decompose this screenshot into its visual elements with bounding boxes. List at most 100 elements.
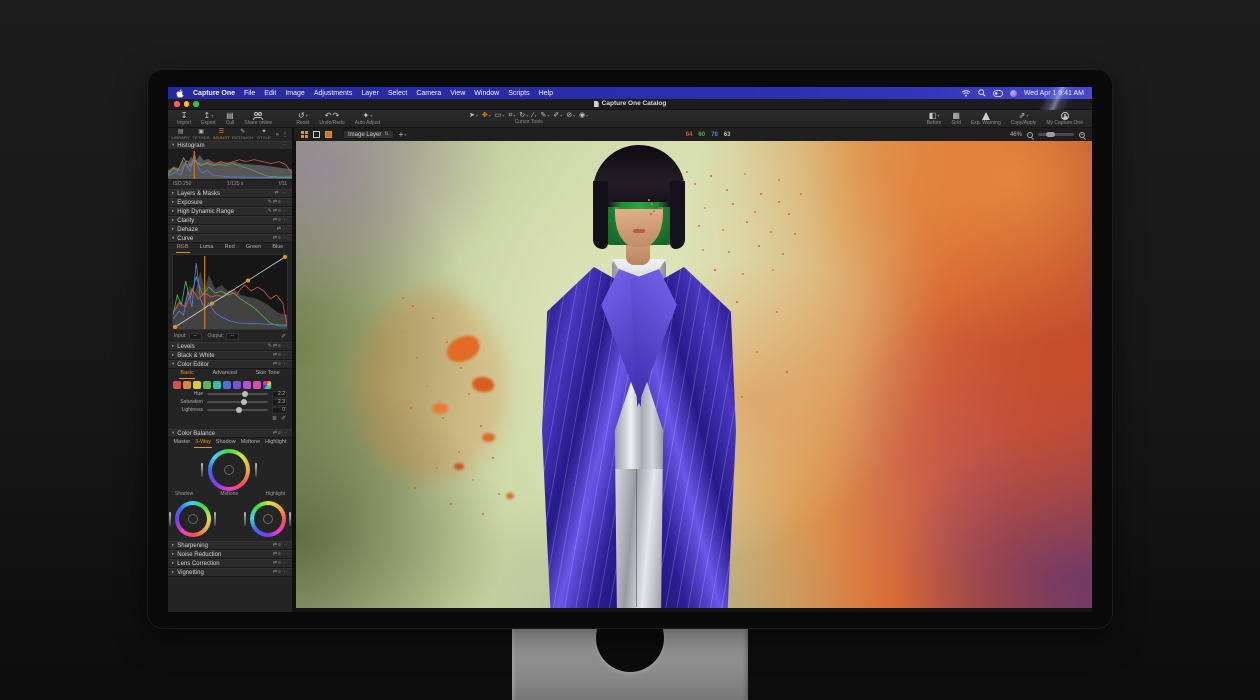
hue-slider-thumb[interactable] (242, 391, 248, 397)
color-editor-tab-basic[interactable]: Basic (179, 369, 194, 379)
tab-retouch[interactable]: ✎ RETOUCH (232, 129, 253, 140)
import-button[interactable]: ↧ Import (172, 110, 196, 127)
grid-button[interactable]: ▦ Grid (946, 110, 965, 127)
proof-margin-icon[interactable] (325, 131, 332, 138)
cull-button[interactable]: ▤ Cull (221, 110, 240, 127)
color-range-grid-icon[interactable]: ≣ (272, 416, 277, 422)
control-center-icon[interactable] (993, 90, 1003, 97)
panel-dehaze[interactable]: ▸ Dehaze ⇄⋯ (168, 225, 292, 234)
curve-input-field[interactable]: -- (189, 333, 202, 340)
tab-tether[interactable]: ▣ TETHER (191, 129, 210, 140)
menu-help[interactable]: Help (539, 90, 553, 97)
curve-tab-green[interactable]: Green (245, 243, 262, 253)
swatch-purple[interactable] (233, 381, 241, 389)
panel-black-white[interactable]: ▸ Black & White ⇄≡⋯ (168, 351, 292, 360)
menu-layer[interactable]: Layer (361, 90, 379, 97)
midtone-wheel[interactable] (208, 449, 250, 491)
curve-picker-icon[interactable]: ✐ (281, 334, 286, 340)
menu-select[interactable]: Select (388, 90, 407, 97)
panel-exposure[interactable]: ▸ Exposure ✎⇄≡⋯ (168, 198, 292, 207)
menu-adjustments[interactable]: Adjustments (314, 90, 353, 97)
lightness-value[interactable]: 0 (272, 407, 287, 414)
undo-redo-button[interactable]: ↶↷ Undo/Redo (314, 110, 349, 127)
cursor-tool-pan[interactable]: ✥▾ (482, 112, 491, 119)
tab-style[interactable]: ✦ STYLE (254, 129, 273, 140)
curve-tab-rgb[interactable]: RGB (176, 243, 190, 253)
my-capture-one-button[interactable]: My Capture One (1041, 110, 1088, 127)
panel-curve[interactable]: ▾ Curve ⇄≡⋯ (168, 234, 292, 243)
wifi-icon[interactable] (961, 89, 971, 97)
panel-high-dynamic-range[interactable]: ▸ High Dynamic Range ✎⇄≡⋯ (168, 207, 292, 216)
copy-apply-button[interactable]: ⇗▾ Copy/Apply (1006, 110, 1042, 127)
swatch-red[interactable] (173, 381, 181, 389)
tab-library[interactable]: ▤ LIBRARY (171, 129, 190, 140)
menu-view[interactable]: View (450, 90, 465, 97)
tab-menu-icon[interactable]: ⋮ (281, 131, 289, 138)
swatch-blue[interactable] (223, 381, 231, 389)
panel-color-editor[interactable]: ▾ Color Editor ⇄≡⋯ (168, 360, 292, 369)
zoom-slider[interactable] (1038, 133, 1074, 136)
cursor-tool-draw-mask[interactable]: ✐▾ (553, 112, 562, 119)
siri-icon[interactable] (1010, 90, 1017, 97)
menu-image[interactable]: Image (285, 90, 304, 97)
cb-tab-midtone[interactable]: Midtone (240, 438, 262, 448)
cb-tab-highlight[interactable]: Highlight (264, 438, 287, 448)
panel-sharpening[interactable]: ▸ Sharpening ⇄≡⋯ (168, 541, 292, 550)
menu-camera[interactable]: Camera (416, 90, 441, 97)
swatch-orange[interactable] (183, 381, 191, 389)
reset-button[interactable]: ↺▾ Reset (291, 110, 314, 127)
viewer-mode-icon[interactable] (313, 131, 320, 138)
saturation-slider[interactable] (207, 401, 268, 403)
cb-tab-shadow[interactable]: Shadow (215, 438, 237, 448)
share-online-button[interactable]: Share online (239, 110, 277, 127)
menu-edit[interactable]: Edit (264, 90, 276, 97)
menu-file[interactable]: File (244, 90, 255, 97)
curve-output-field[interactable]: -- (226, 333, 239, 340)
export-button[interactable]: ↥▾ Export (196, 110, 220, 127)
search-icon[interactable] (978, 89, 986, 97)
swatch-magenta[interactable] (243, 381, 251, 389)
multi-view-icon[interactable] (301, 131, 304, 134)
menu-scripts[interactable]: Scripts (508, 90, 529, 97)
auto-adjust-button[interactable]: ✦▾ Auto Adjust (350, 110, 385, 127)
cursor-tool-erase[interactable]: ⊘▾ (566, 112, 575, 119)
panel-color-balance[interactable]: ▾ Color Balance ⇄≡⋯ (168, 429, 292, 438)
panel-clarity[interactable]: ▸ Clarity ⇄≡⋯ (168, 216, 292, 225)
hue-value[interactable]: 2.2 (272, 391, 287, 398)
lightness-slider[interactable] (207, 409, 268, 411)
curve-tab-luma[interactable]: Luma (199, 243, 215, 253)
shadow-wheel[interactable] (175, 501, 211, 537)
before-button[interactable]: ◧▾ Before (922, 110, 947, 127)
apple-menu-icon[interactable] (176, 89, 184, 98)
swatch-teal[interactable] (213, 381, 221, 389)
tab-overflow-icon[interactable]: » (275, 132, 280, 138)
hue-slider[interactable] (207, 393, 268, 395)
color-picker-icon[interactable]: ✐ (281, 416, 286, 422)
swatch-yellow[interactable] (193, 381, 201, 389)
lightness-slider-thumb[interactable] (236, 407, 242, 413)
menu-clock[interactable]: Wed Apr 1 9:41 AM (1024, 90, 1084, 97)
panel-histogram[interactable]: ▾ Histogram ⋯ (168, 141, 292, 150)
image-viewer[interactable] (296, 141, 1092, 608)
highlight-wheel[interactable] (250, 501, 286, 537)
layer-select[interactable]: Image Layer ⇅ (343, 130, 394, 139)
panel-more-icon[interactable]: ⋯ (282, 143, 288, 148)
cursor-tool-select[interactable]: ➤▾ (469, 112, 478, 119)
menu-app-name[interactable]: Capture One (193, 90, 235, 97)
cursor-tool-crop[interactable]: ⌗▾ (508, 112, 515, 119)
cursor-tool-rotate[interactable]: ↻▾ (519, 112, 528, 119)
curve-graph[interactable] (172, 254, 288, 330)
zoom-in-icon[interactable]: + (1079, 132, 1085, 138)
zoom-out-icon[interactable]: - (1027, 132, 1033, 138)
saturation-value[interactable]: 2.3 (272, 399, 287, 406)
cursor-tool-straighten[interactable]: ∕▾ (532, 112, 536, 119)
panel-noise-reduction[interactable]: ▸ Noise Reduction ⇄≡⋯ (168, 550, 292, 559)
color-editor-tab-skin-tone[interactable]: Skin Tone (255, 369, 281, 379)
tab-adjust[interactable]: ☰ ADJUST (212, 129, 231, 140)
menu-window[interactable]: Window (474, 90, 499, 97)
add-layer-button[interactable]: +▾ (399, 131, 407, 139)
panel-lens-correction[interactable]: ▸ Lens Correction ⇄≡⋯ (168, 559, 292, 568)
zoom-slider-thumb[interactable] (1046, 132, 1055, 137)
cb-tab-master[interactable]: Master (172, 438, 191, 448)
curve-tab-blue[interactable]: Blue (271, 243, 284, 253)
